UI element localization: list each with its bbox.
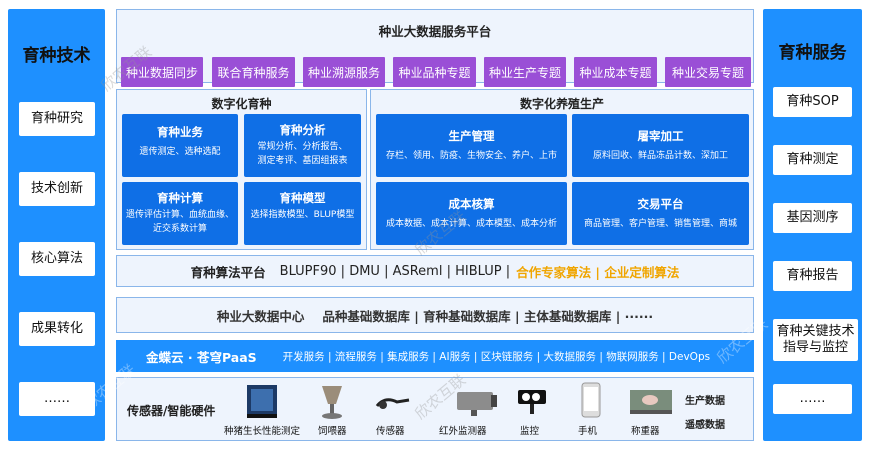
device-label-surveillance: 监控 — [520, 426, 540, 437]
card-production-management[interactable]: 生产管理 存栏、领用、防疫、生物安全、养户、上市 — [376, 114, 567, 177]
right-item-more[interactable]: …… — [773, 384, 852, 414]
card-breeding-analysis[interactable]: 育种分析 常规分析、分析报告、测定考评、基因组报表 — [244, 114, 361, 177]
scale-icon — [628, 386, 674, 416]
card-breeding-business[interactable]: 育种业务 遗传测定、选种选配 — [122, 114, 238, 177]
card-trading-platform[interactable]: 交易平台 商品管理、客户管理、销售管理、商城 — [572, 182, 749, 245]
card-trading-platform-title: 交易平台 — [637, 197, 684, 211]
left-sidebar-title: 育种技术 — [22, 46, 91, 66]
card-cost-accounting-title: 成本核算 — [448, 197, 495, 211]
platform-btn-data-sync[interactable]: 种业数据同步 — [121, 57, 203, 87]
right-sidebar: 育种服务 育种SOP 育种测定 基因测序 育种报告 育种关键技术指导与监控 …… — [763, 9, 862, 441]
card-breeding-model-title: 育种模型 — [279, 191, 326, 205]
paas-row: 金蝶云 · 苍穹PaaS 开发服务 | 流程服务 | 集成服务 | AI服务 |… — [116, 340, 754, 372]
digital-production-panel: 数字化养殖生产 生产管理 存栏、领用、防疫、生物安全、养户、上市 屠宰加工 原料… — [370, 89, 754, 250]
left-item-tech-innovation[interactable]: 技术创新 — [19, 172, 95, 206]
device-label-scale: 称重器 — [631, 426, 660, 437]
data-label-remote-sensing: 遥感数据 — [685, 420, 725, 431]
right-item-breeding-test[interactable]: 育种测定 — [773, 145, 852, 175]
card-slaughter-processing[interactable]: 屠宰加工 原料回收、鲜品冻品计数、深加工 — [572, 114, 749, 177]
sensor-icon — [375, 394, 411, 412]
left-item-core-algorithm[interactable]: 核心算法 — [19, 242, 95, 276]
digital-breeding-title: 数字化育种 — [211, 97, 272, 111]
paas-label: 金蝶云 · 苍穹PaaS — [146, 349, 257, 365]
algorithm-platform-row: 育种算法平台 BLUPF90 | DMU | ASReml | HIBLUP |… — [116, 255, 754, 287]
card-breeding-model[interactable]: 育种模型 选择指数模型、BLUP模型 — [244, 182, 361, 245]
card-cost-accounting[interactable]: 成本核算 成本数据、成本计算、成本模型、成本分析 — [376, 182, 567, 245]
hardware-row: 传感器/智能硬件 种猪生长性能测定 饲喂器 传感器 红外监测器 监控 手机 称重… — [116, 377, 754, 441]
bigdata-center-row: 种业大数据中心 品种基础数据库 | 育种基础数据库 | 主体基础数据库 | ··… — [116, 297, 754, 333]
left-item-result-transform[interactable]: 成果转化 — [19, 312, 95, 346]
data-label-production: 生产数据 — [685, 396, 725, 407]
device-label-feeder: 饲喂器 — [318, 426, 347, 437]
left-item-breeding-research[interactable]: 育种研究 — [19, 102, 95, 136]
digital-production-title: 数字化养殖生产 — [519, 97, 604, 111]
infrared-camera-icon — [453, 386, 499, 418]
algorithm-platform-items: BLUPF90 | DMU | ASReml | HIBLUP | — [279, 263, 511, 279]
algorithm-platform-label: 育种算法平台 — [190, 264, 266, 280]
right-item-breeding-sop[interactable]: 育种SOP — [773, 87, 852, 117]
card-slaughter-processing-title: 屠宰加工 — [637, 129, 684, 143]
card-breeding-analysis-title: 育种分析 — [279, 123, 326, 137]
platform-btn-variety[interactable]: 种业品种专题 — [393, 57, 476, 87]
right-item-breeding-report[interactable]: 育种报告 — [773, 261, 852, 291]
card-breeding-computation[interactable]: 育种计算 遗传评估计算、血统血缘、近交系数计算 — [122, 182, 238, 245]
card-breeding-analysis-desc: 常规分析、分析报告、测定考评、基因组报表 — [257, 142, 348, 166]
platform-btn-cost[interactable]: 种业成本专题 — [574, 57, 657, 87]
device-label-infrared: 红外监测器 — [439, 426, 487, 437]
right-item-gene-sequencing[interactable]: 基因测序 — [773, 203, 852, 233]
card-breeding-model-desc: 选择指数模型、BLUP模型 — [250, 210, 355, 220]
left-sidebar: 育种技术 育种研究 技术创新 核心算法 成果转化 …… — [8, 9, 105, 441]
card-breeding-computation-desc: 遗传评估计算、血统血缘、近交系数计算 — [125, 210, 234, 234]
card-trading-platform-desc: 商品管理、客户管理、销售管理、商城 — [583, 219, 737, 229]
right-item-key-tech-guidance[interactable]: 育种关键技术指导与监控 — [773, 319, 858, 361]
platform-btn-trade[interactable]: 种业交易专题 — [665, 57, 751, 87]
hardware-label: 传感器/智能硬件 — [127, 404, 216, 418]
card-breeding-business-desc: 遗传测定、选种选配 — [139, 147, 221, 157]
bigdata-center-label: 种业大数据中心 — [216, 308, 305, 324]
card-production-management-title: 生产管理 — [448, 129, 495, 143]
paas-items: 开发服务 | 流程服务 | 集成服务 | AI服务 | 区块链服务 | 大数据服… — [282, 350, 711, 363]
platform-panel: 种业大数据服务平台 种业数据同步 联合育种服务 种业溯源服务 种业品种专题 种业… — [116, 9, 754, 87]
platform-btn-traceability[interactable]: 种业溯源服务 — [303, 57, 385, 87]
card-cost-accounting-desc: 成本数据、成本计算、成本模型、成本分析 — [385, 219, 557, 229]
left-item-more[interactable]: …… — [19, 382, 95, 416]
algorithm-platform-highlight: 合作专家算法 | 企业定制算法 — [516, 264, 680, 280]
card-breeding-computation-title: 育种计算 — [157, 191, 203, 205]
card-slaughter-processing-desc: 原料回收、鲜品冻品计数、深加工 — [592, 151, 728, 161]
growth-tester-icon — [245, 383, 279, 419]
device-label-phone: 手机 — [578, 426, 598, 437]
phone-icon — [581, 382, 601, 418]
digital-breeding-panel: 数字化育种 育种业务 遗传测定、选种选配 育种分析 常规分析、分析报告、测定考评… — [116, 89, 367, 250]
card-production-management-desc: 存栏、领用、防疫、生物安全、养户、上市 — [385, 151, 557, 161]
right-sidebar-title: 育种服务 — [778, 43, 847, 63]
card-breeding-business-title: 育种业务 — [157, 125, 203, 139]
bigdata-center-items: 品种基础数据库 | 育种基础数据库 | 主体基础数据库 | ······ — [322, 308, 654, 324]
surveillance-camera-icon — [516, 386, 550, 416]
feeder-icon — [319, 382, 345, 420]
platform-btn-production[interactable]: 种业生产专题 — [484, 57, 566, 87]
platform-title: 种业大数据服务平台 — [378, 24, 492, 39]
platform-btn-joint-breeding[interactable]: 联合育种服务 — [212, 57, 295, 87]
device-label-growth-tester: 种猪生长性能测定 — [224, 426, 301, 437]
device-label-sensor: 传感器 — [376, 426, 405, 437]
